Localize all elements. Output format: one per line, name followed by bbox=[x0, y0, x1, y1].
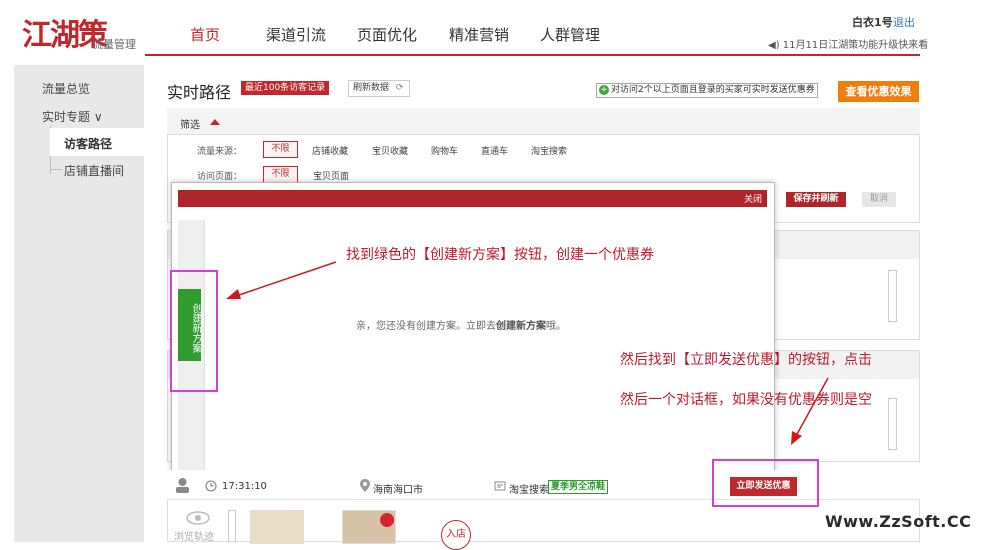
visit-location: 海南海口市 bbox=[373, 485, 423, 496]
arrow-to-create-icon bbox=[226, 261, 337, 299]
search-keyword-tag: 夏季男全凉鞋 bbox=[548, 480, 609, 494]
watermark: Www.ZzSoft.CC bbox=[825, 512, 972, 531]
search-source-icon bbox=[494, 480, 506, 492]
product-thumbnail[interactable] bbox=[250, 510, 304, 544]
visit-time: 17:31:10 bbox=[222, 481, 267, 492]
annotation-arrows bbox=[226, 261, 829, 445]
highlight-send-box bbox=[712, 459, 819, 507]
product-badge-icon bbox=[380, 513, 394, 527]
browse-track-label: 浏览轨迹 bbox=[174, 532, 214, 543]
clock-icon bbox=[205, 480, 217, 492]
visitor-avatar-icon bbox=[175, 477, 190, 493]
visit-source: 淘宝搜索 bbox=[509, 485, 549, 496]
location-pin-icon bbox=[360, 479, 370, 492]
arrow-to-send-icon bbox=[791, 377, 829, 445]
enter-shop-node: 入店 bbox=[441, 520, 471, 550]
scroll-left-arrow[interactable] bbox=[228, 510, 236, 542]
eye-icon bbox=[186, 510, 210, 526]
